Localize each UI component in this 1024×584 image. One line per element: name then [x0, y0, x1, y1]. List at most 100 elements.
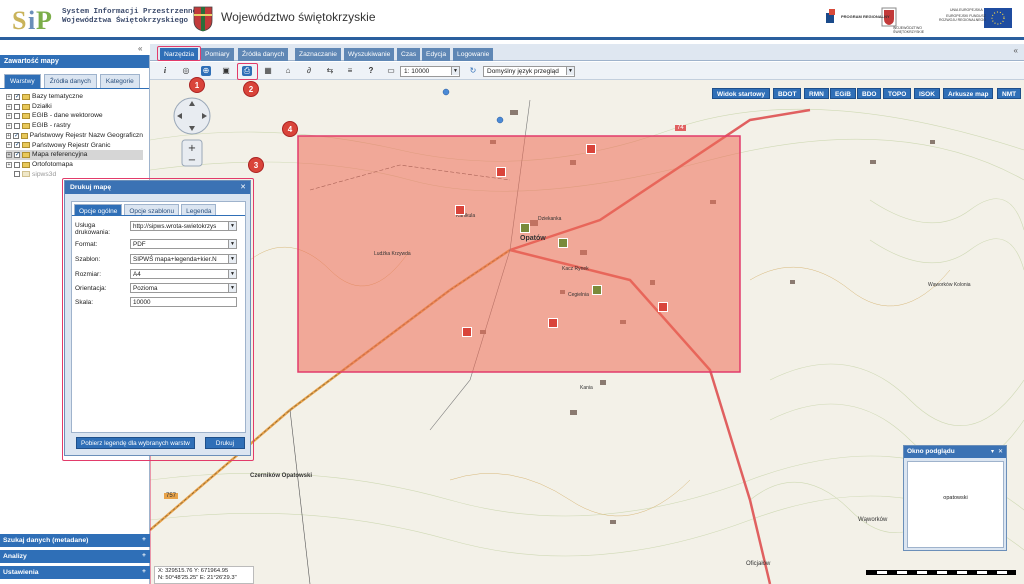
panel-szukaj-danych[interactable]: Szukaj danych (metadane) + — [0, 534, 150, 547]
layer-item[interactable]: + ✓ Bazy tematyczne — [6, 92, 143, 102]
checkbox[interactable] — [14, 122, 20, 129]
poi-icon[interactable] — [658, 302, 668, 312]
poi-icon[interactable] — [586, 144, 596, 154]
share-icon[interactable]: ⇆ — [325, 66, 335, 76]
map-label-czernikow: Czerników Opatowski — [250, 473, 313, 479]
poi-icon[interactable] — [548, 318, 558, 328]
eu-union-label: UNIA EUROPEJSKA — [950, 8, 983, 12]
scale-icon[interactable]: ▭ — [386, 66, 396, 76]
layer-item[interactable]: + ✓ Państwowy Rejestr Nazw Geograficzn — [6, 131, 143, 141]
map-label-waworkow-kolonia: Wąworków Kolonia — [928, 282, 971, 288]
tab-warstwy[interactable]: Warstwy — [4, 74, 41, 88]
expand-icon[interactable]: + — [6, 93, 12, 100]
table-icon[interactable]: ▦ — [263, 66, 273, 76]
annotation-marker-2: 2 — [243, 81, 259, 97]
svg-text:+: + — [188, 143, 196, 154]
menu-logowanie[interactable]: Logowanie — [453, 48, 494, 61]
layer-item[interactable]: + Ortofotomapa — [6, 160, 143, 170]
expand-icon[interactable]: + — [6, 132, 12, 139]
checkbox[interactable] — [14, 171, 20, 178]
poi-icon[interactable] — [592, 285, 602, 295]
map-canvas — [150, 80, 1024, 584]
sidebar-collapse-icon[interactable]: « — [138, 44, 142, 53]
identify-icon[interactable]: ◎ — [181, 66, 191, 76]
basemap-bdot[interactable]: BDOT — [773, 88, 802, 99]
road-label-757: 757 — [164, 493, 179, 499]
basemap-arkusze-map[interactable]: Arkusze map — [943, 88, 994, 99]
tab-kategorie[interactable]: Kategorie — [99, 74, 140, 88]
basemap-nmt[interactable]: NMT — [997, 88, 1022, 99]
chevron-down-icon: ▼ — [566, 67, 574, 75]
expand-icon[interactable]: + — [6, 113, 12, 120]
layer-item[interactable]: + Działki — [6, 102, 143, 112]
menu-zrodla-danych[interactable]: Źródła danych — [238, 48, 289, 61]
scale-select[interactable]: 1: 10000 ▼ — [400, 66, 460, 77]
pan-zoom-control[interactable]: + − — [164, 96, 220, 168]
highlight-print-dialog — [62, 178, 254, 461]
expand-icon[interactable]: + — [6, 152, 12, 159]
plus-icon[interactable]: + — [142, 552, 146, 559]
checkbox[interactable]: ✓ — [14, 152, 20, 159]
menu-wyszukiwanie[interactable]: Wyszukiwanie — [344, 48, 395, 61]
panel-ustawienia[interactable]: Ustawienia + — [0, 566, 150, 579]
menu-czas[interactable]: Czas — [397, 48, 421, 61]
layer-item[interactable]: + EGIB - dane wektorowe — [6, 111, 143, 121]
list-icon[interactable]: ≡ — [345, 66, 355, 76]
expand-icon[interactable]: + — [6, 103, 12, 110]
poi-icon[interactable] — [520, 223, 530, 233]
basemap-egib[interactable]: EGiB — [830, 88, 856, 99]
panel-label: Szukaj danych (metadane) — [3, 537, 89, 544]
expand-icon[interactable]: + — [6, 142, 12, 149]
close-icon[interactable]: ✕ — [998, 448, 1003, 455]
poi-icon[interactable] — [496, 167, 506, 177]
checkbox[interactable] — [14, 103, 20, 110]
basemap-bdo[interactable]: BDO — [857, 88, 882, 99]
map-view[interactable]: + − Widok startowy BDOT RMN EGiB BDO TOP… — [150, 80, 1024, 584]
tab-zrodla-danych[interactable]: Źródła danych — [43, 74, 97, 88]
layer-item[interactable]: + ✓ Państwowy Rejestr Granic — [6, 141, 143, 151]
basemap-rmn[interactable]: RMN — [804, 88, 829, 99]
poi-icon[interactable] — [558, 238, 568, 248]
help-icon[interactable]: ? — [366, 66, 376, 76]
home-icon[interactable]: ⌂ — [283, 66, 293, 76]
scale-bar — [866, 570, 1016, 575]
expand-icon[interactable]: + — [6, 161, 12, 168]
collapse-icon[interactable]: ▾ — [991, 448, 994, 455]
map-label-dziekanka: Dziekanka — [538, 216, 562, 222]
map-label-oficjalow: Oficjałów — [746, 561, 771, 567]
expand-icon[interactable]: + — [6, 122, 12, 129]
checkbox[interactable] — [14, 161, 20, 168]
map-label-kania: Kania — [580, 385, 593, 391]
refresh-icon[interactable]: ↻ — [468, 66, 478, 76]
poi-icon[interactable] — [462, 327, 472, 337]
layer-item[interactable]: + ✓ Mapa referencyjna — [6, 150, 143, 160]
menu-pomiary[interactable]: Pomiary — [201, 48, 234, 61]
poi-icon[interactable] — [455, 205, 465, 215]
basemap-isok[interactable]: ISOK — [914, 88, 940, 99]
checkbox[interactable] — [14, 113, 20, 120]
menu-collapse-icon[interactable]: « — [1014, 46, 1018, 55]
plus-icon[interactable]: + — [142, 568, 146, 575]
menu-zaznaczanie[interactable]: Zaznaczanie — [295, 48, 341, 61]
language-select[interactable]: Domyślny język przegląd ▼ — [483, 66, 575, 77]
layer-item[interactable]: + EGIB - rastry — [6, 121, 143, 131]
attach-icon[interactable]: ∂ — [304, 66, 314, 76]
checkbox[interactable]: ✓ — [13, 132, 19, 139]
panel-analizy[interactable]: Analizy + — [0, 550, 150, 563]
folder-icon — [22, 161, 30, 168]
annotation-marker-1: 1 — [189, 77, 205, 93]
basemap-topo[interactable]: TOPO — [883, 88, 912, 99]
checkbox[interactable]: ✓ — [14, 93, 20, 100]
svg-text:S: S — [12, 6, 26, 35]
plus-icon[interactable]: + — [142, 536, 146, 543]
preview-window: Okno podglądu ▾ ✕ opatowski — [903, 445, 1007, 551]
save-icon[interactable]: ▣ — [221, 66, 231, 76]
menu-edycja[interactable]: Edycja — [422, 48, 451, 61]
info-icon[interactable]: i — [160, 66, 170, 76]
layer-label: sipws3d — [32, 170, 57, 178]
app-title: Województwo świętokrzyskie — [221, 10, 376, 24]
globe-icon[interactable]: ⊕ — [201, 66, 211, 76]
basemap-widok-startowy[interactable]: Widok startowy — [712, 88, 770, 99]
checkbox[interactable]: ✓ — [14, 142, 20, 149]
eu-fund-label: EUROPEJSKI FUNDUSZ ROZWOJU REGIONALNEGO — [938, 14, 986, 22]
